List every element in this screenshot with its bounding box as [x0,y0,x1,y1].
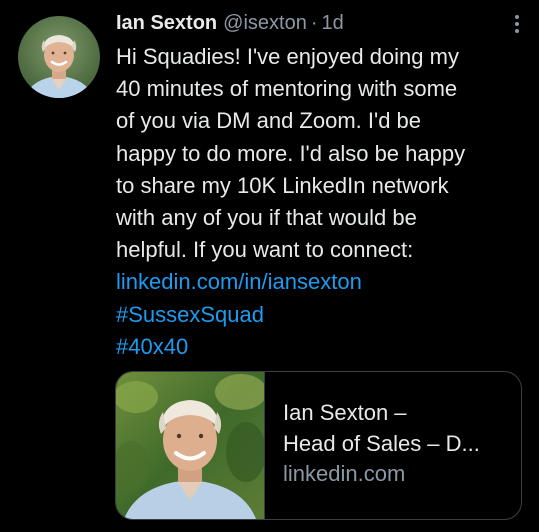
card-text: Ian Sexton – Head of Sales – D... linked… [283,398,511,490]
author-name[interactable]: Ian Sexton [116,12,217,35]
more-options-icon[interactable] [511,12,523,36]
tweet-text: Hi Squadies! I've enjoyed doing my 40 mi… [116,41,526,363]
linkedin-url-link[interactable]: linkedin.com/in/iansexton [116,266,526,298]
tweet-text-line: to share my 10K LinkedIn network [116,172,449,198]
hashtag-sussexsquad[interactable]: #SussexSquad [116,299,526,331]
tweet-text-line: of you via DM and Zoom. I'd be [116,108,422,134]
avatar[interactable] [18,16,100,98]
tweet-text-line: 40 minutes of mentoring with some [116,76,458,102]
tweet-text-line: Hi Squadies! I've enjoyed doing my [116,44,459,69]
tweet-timestamp[interactable]: 1d [321,12,343,35]
profile-thumbnail [116,372,265,519]
tweet-text-line: helpful. If you want to connect: [116,237,414,263]
tweet-header: Ian Sexton @isexton · 1d [116,8,496,38]
card-title-line-2: Head of Sales – D... [283,430,480,456]
tweet-text-line: happy to do more. I'd also be happy [116,140,466,166]
card-title-line-1: Ian Sexton – [283,400,407,425]
profile-thumbnail-photo [116,372,264,519]
link-preview-card[interactable]: Ian Sexton – Head of Sales – D... linked… [115,371,522,520]
author-handle[interactable]: @isexton [223,12,307,35]
card-domain: linkedin.com [283,461,406,486]
tweet-text-line: with any of you if that would be [116,205,417,231]
hashtag-40x40[interactable]: #40x40 [116,331,526,363]
separator-dot: · [310,11,318,34]
avatar-photo [18,16,100,98]
